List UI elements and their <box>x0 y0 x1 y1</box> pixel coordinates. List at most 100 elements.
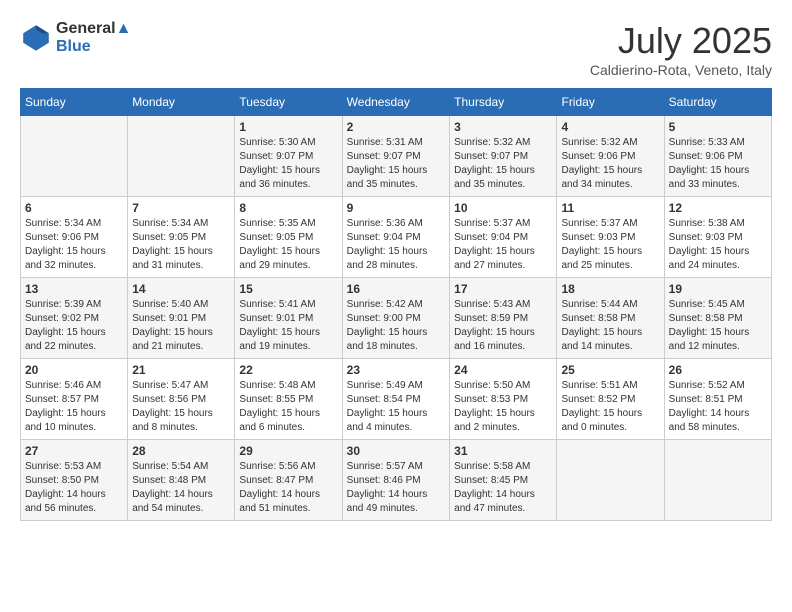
week-row-4: 20 Sunrise: 5:46 AM Sunset: 8:57 PM Dayli… <box>21 359 772 440</box>
weekday-header-wednesday: Wednesday <box>342 89 450 116</box>
day-number: 27 <box>25 444 123 458</box>
calendar-cell: 2Sunrise: 5:31 AM Sunset: 9:07 PM Daylig… <box>342 116 450 197</box>
day-number: 9 <box>347 201 446 215</box>
calendar-cell: 31 Sunrise: 5:58 AM Sunset: 8:45 PM Dayli… <box>450 440 557 521</box>
weekday-header-sunday: Sunday <box>21 89 128 116</box>
calendar-cell: 16Sunrise: 5:42 AM Sunset: 9:00 PM Dayli… <box>342 278 450 359</box>
calendar-cell <box>128 116 235 197</box>
cell-content: Sunrise: 5:36 AM Sunset: 9:04 PM Dayligh… <box>347 217 446 273</box>
day-number: 28 <box>132 444 230 458</box>
week-row-2: 6 Sunrise: 5:34 AM Sunset: 9:06 PM Daylig… <box>21 197 772 278</box>
cell-content: Sunrise: 5:58 AM Sunset: 8:45 PM Dayligh… <box>454 460 552 516</box>
cell-content: Sunrise: 5:54 AM Sunset: 8:48 PM Dayligh… <box>132 460 230 516</box>
day-number: 11 <box>561 201 659 215</box>
cell-content: Sunrise: 5:41 AM Sunset: 9:01 PM Dayligh… <box>239 298 337 354</box>
cell-content: Sunrise: 5:32 AM Sunset: 9:06 PM Dayligh… <box>561 136 659 192</box>
day-number: 17 <box>454 282 552 296</box>
calendar-cell: 20 Sunrise: 5:46 AM Sunset: 8:57 PM Dayli… <box>21 359 128 440</box>
day-number: 29 <box>239 444 337 458</box>
cell-content: Sunrise: 5:43 AM Sunset: 8:59 PM Dayligh… <box>454 298 552 354</box>
location: Caldierino-Rota, Veneto, Italy <box>590 62 772 78</box>
calendar-cell: 25 Sunrise: 5:51 AM Sunset: 8:52 PM Dayli… <box>557 359 664 440</box>
page-header: General▲ Blue July 2025 Caldierino-Rota,… <box>20 20 772 78</box>
cell-content: Sunrise: 5:37 AM Sunset: 9:03 PM Dayligh… <box>561 217 659 273</box>
cell-content: Sunrise: 5:35 AM Sunset: 9:05 PM Dayligh… <box>239 217 337 273</box>
day-number: 3 <box>454 120 552 134</box>
weekday-header-thursday: Thursday <box>450 89 557 116</box>
title-block: July 2025 Caldierino-Rota, Veneto, Italy <box>590 20 772 78</box>
calendar-cell <box>21 116 128 197</box>
day-number: 6 <box>25 201 123 215</box>
calendar-cell <box>664 440 771 521</box>
calendar-cell: 3 Sunrise: 5:32 AM Sunset: 9:07 PM Daylig… <box>450 116 557 197</box>
cell-content: Sunrise: 5:53 AM Sunset: 8:50 PM Dayligh… <box>25 460 123 516</box>
cell-content: Sunrise: 5:38 AM Sunset: 9:03 PM Dayligh… <box>669 217 767 273</box>
calendar-cell <box>557 440 664 521</box>
cell-content: Sunrise: 5:33 AM Sunset: 9:06 PM Dayligh… <box>669 136 767 192</box>
week-row-3: 13 Sunrise: 5:39 AM Sunset: 9:02 PM Dayli… <box>21 278 772 359</box>
calendar-cell: 9 Sunrise: 5:36 AM Sunset: 9:04 PM Daylig… <box>342 197 450 278</box>
calendar-cell: 10 Sunrise: 5:37 AM Sunset: 9:04 PM Dayli… <box>450 197 557 278</box>
cell-content: Sunrise: 5:51 AM Sunset: 8:52 PM Dayligh… <box>561 379 659 435</box>
day-number: 12 <box>669 201 767 215</box>
day-number: 10 <box>454 201 552 215</box>
calendar-cell: 5 Sunrise: 5:33 AM Sunset: 9:06 PM Daylig… <box>664 116 771 197</box>
cell-content: Sunrise: 5:57 AM Sunset: 8:46 PM Dayligh… <box>347 460 446 516</box>
cell-content: Sunrise: 5:30 AM Sunset: 9:07 PM Dayligh… <box>239 136 337 192</box>
cell-content: Sunrise: 5:45 AM Sunset: 8:58 PM Dayligh… <box>669 298 767 354</box>
calendar-cell: 17 Sunrise: 5:43 AM Sunset: 8:59 PM Dayli… <box>450 278 557 359</box>
calendar-cell: 23Sunrise: 5:49 AM Sunset: 8:54 PM Dayli… <box>342 359 450 440</box>
cell-content: Sunrise: 5:48 AM Sunset: 8:55 PM Dayligh… <box>239 379 337 435</box>
calendar-cell: 1 Sunrise: 5:30 AM Sunset: 9:07 PM Daylig… <box>235 116 342 197</box>
logo-icon <box>20 22 52 54</box>
cell-content: Sunrise: 5:52 AM Sunset: 8:51 PM Dayligh… <box>669 379 767 435</box>
day-number: 30 <box>347 444 446 458</box>
cell-content: Sunrise: 5:34 AM Sunset: 9:05 PM Dayligh… <box>132 217 230 273</box>
day-number: 25 <box>561 363 659 377</box>
cell-content: Sunrise: 5:56 AM Sunset: 8:47 PM Dayligh… <box>239 460 337 516</box>
cell-content: Sunrise: 5:49 AM Sunset: 8:54 PM Dayligh… <box>347 379 446 435</box>
cell-content: Sunrise: 5:34 AM Sunset: 9:06 PM Dayligh… <box>25 217 123 273</box>
calendar-cell: 30 Sunrise: 5:57 AM Sunset: 8:46 PM Dayli… <box>342 440 450 521</box>
weekday-header-monday: Monday <box>128 89 235 116</box>
day-number: 2 <box>347 120 446 134</box>
day-number: 19 <box>669 282 767 296</box>
calendar-cell: 12 Sunrise: 5:38 AM Sunset: 9:03 PM Dayli… <box>664 197 771 278</box>
weekday-header-saturday: Saturday <box>664 89 771 116</box>
cell-content: Sunrise: 5:44 AM Sunset: 8:58 PM Dayligh… <box>561 298 659 354</box>
calendar-cell: 22 Sunrise: 5:48 AM Sunset: 8:55 PM Dayli… <box>235 359 342 440</box>
weekday-header-row: SundayMondayTuesdayWednesdayThursdayFrid… <box>21 89 772 116</box>
day-number: 1 <box>239 120 337 134</box>
calendar-cell: 18 Sunrise: 5:44 AM Sunset: 8:58 PM Dayli… <box>557 278 664 359</box>
day-number: 22 <box>239 363 337 377</box>
calendar-cell: 19 Sunrise: 5:45 AM Sunset: 8:58 PM Dayli… <box>664 278 771 359</box>
month-title: July 2025 <box>590 20 772 62</box>
day-number: 31 <box>454 444 552 458</box>
cell-content: Sunrise: 5:42 AM Sunset: 9:00 PM Dayligh… <box>347 298 446 354</box>
calendar-cell: 24Sunrise: 5:50 AM Sunset: 8:53 PM Dayli… <box>450 359 557 440</box>
day-number: 14 <box>132 282 230 296</box>
calendar-cell: 13 Sunrise: 5:39 AM Sunset: 9:02 PM Dayli… <box>21 278 128 359</box>
day-number: 5 <box>669 120 767 134</box>
logo-text: General▲ Blue <box>56 20 131 56</box>
day-number: 18 <box>561 282 659 296</box>
logo: General▲ Blue <box>20 20 131 56</box>
weekday-header-tuesday: Tuesday <box>235 89 342 116</box>
day-number: 26 <box>669 363 767 377</box>
cell-content: Sunrise: 5:37 AM Sunset: 9:04 PM Dayligh… <box>454 217 552 273</box>
calendar-cell: 29 Sunrise: 5:56 AM Sunset: 8:47 PM Dayli… <box>235 440 342 521</box>
day-number: 21 <box>132 363 230 377</box>
cell-content: Sunrise: 5:46 AM Sunset: 8:57 PM Dayligh… <box>25 379 123 435</box>
calendar-cell: 6 Sunrise: 5:34 AM Sunset: 9:06 PM Daylig… <box>21 197 128 278</box>
day-number: 4 <box>561 120 659 134</box>
day-number: 13 <box>25 282 123 296</box>
calendar-table: SundayMondayTuesdayWednesdayThursdayFrid… <box>20 88 772 521</box>
calendar-cell: 26 Sunrise: 5:52 AM Sunset: 8:51 PM Dayli… <box>664 359 771 440</box>
day-number: 7 <box>132 201 230 215</box>
cell-content: Sunrise: 5:39 AM Sunset: 9:02 PM Dayligh… <box>25 298 123 354</box>
calendar-cell: 4 Sunrise: 5:32 AM Sunset: 9:06 PM Daylig… <box>557 116 664 197</box>
calendar-cell: 8Sunrise: 5:35 AM Sunset: 9:05 PM Daylig… <box>235 197 342 278</box>
cell-content: Sunrise: 5:40 AM Sunset: 9:01 PM Dayligh… <box>132 298 230 354</box>
day-number: 20 <box>25 363 123 377</box>
cell-content: Sunrise: 5:32 AM Sunset: 9:07 PM Dayligh… <box>454 136 552 192</box>
